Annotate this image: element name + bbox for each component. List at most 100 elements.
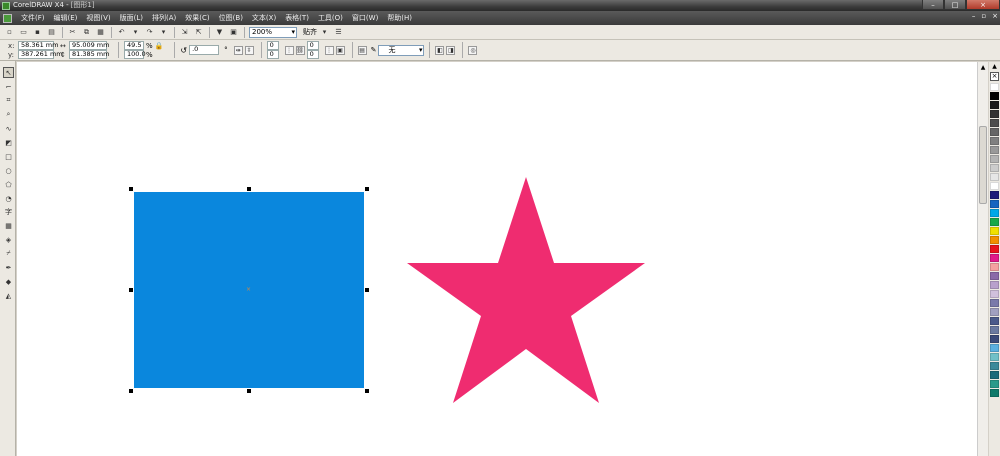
outline-tool-icon[interactable]: ✒	[3, 262, 14, 273]
palette-scroll-up-icon[interactable]: ▲	[990, 63, 999, 70]
zoom-tool-icon[interactable]: ⌕	[3, 109, 14, 120]
palette-swatch[interactable]	[990, 254, 999, 262]
selection-handle-top-left[interactable]	[129, 187, 133, 191]
ellipse-tool-icon[interactable]: ○	[3, 165, 14, 176]
application-launcher-icon[interactable]: ▼	[214, 27, 225, 38]
y-position-field[interactable]: 387.261 mm	[18, 50, 63, 59]
palette-swatch[interactable]	[990, 281, 999, 289]
palette-swatch[interactable]	[990, 191, 999, 199]
save-icon[interactable]: ▪	[32, 27, 43, 38]
menu-tools[interactable]: 工具(O)	[318, 11, 343, 25]
rectangle-tool-icon[interactable]: □	[3, 151, 14, 162]
palette-swatch[interactable]	[990, 146, 999, 154]
convert-to-curves-icon[interactable]: ◎	[468, 45, 478, 55]
menu-edit[interactable]: 编辑(E)	[54, 11, 78, 25]
import-icon[interactable]: ⇲	[179, 27, 190, 38]
mirror-vertical-icon[interactable]: ⇳	[244, 45, 254, 55]
crop-tool-icon[interactable]: ⌗	[3, 95, 14, 106]
palette-swatch[interactable]	[990, 92, 999, 100]
corner-top-right-field[interactable]: 0	[306, 41, 319, 50]
palette-swatch[interactable]	[990, 272, 999, 280]
to-front-icon[interactable]: ◧	[435, 45, 445, 55]
menu-bitmaps[interactable]: 位图(B)	[219, 11, 243, 25]
doc-minimize-button[interactable]: –	[972, 12, 976, 20]
selection-handle-right[interactable]	[365, 288, 369, 292]
text-tool-icon[interactable]: 字	[3, 206, 14, 217]
vertical-scrollbar[interactable]: ▲	[977, 62, 988, 456]
palette-swatch[interactable]	[990, 344, 999, 352]
no-color-swatch[interactable]: ×	[990, 72, 999, 81]
freehand-tool-icon[interactable]: ∿	[3, 123, 14, 134]
menu-view[interactable]: 视图(V)	[86, 11, 110, 25]
doc-close-button[interactable]: ×	[992, 12, 998, 20]
basic-shapes-tool-icon[interactable]: ◔	[3, 193, 14, 204]
palette-swatch[interactable]	[990, 209, 999, 217]
palette-swatch[interactable]	[990, 182, 999, 190]
selection-handle-bottom-left[interactable]	[129, 389, 133, 393]
interactive-fill-tool-icon[interactable]: ◭	[3, 290, 14, 301]
paragraph-wrap-icon[interactable]: ▤	[357, 45, 367, 55]
lock-ratio-icon[interactable]: 🔒	[155, 42, 164, 50]
palette-swatch[interactable]	[990, 263, 999, 271]
rotation-angle-field[interactable]: .0	[189, 45, 220, 55]
pink-star[interactable]	[407, 177, 645, 403]
outline-width-select[interactable]: 无	[378, 44, 425, 56]
height-field[interactable]: 81.385 mm	[69, 50, 109, 59]
palette-swatch[interactable]	[990, 164, 999, 172]
selection-handle-bottom-right[interactable]	[365, 389, 369, 393]
drawing-canvas[interactable]: ×	[17, 62, 977, 456]
redo-dropdown-icon[interactable]: ▾	[158, 27, 169, 38]
print-icon[interactable]: ▤	[46, 27, 57, 38]
corner-spinner-icon[interactable]: ⋮	[284, 45, 294, 55]
minimize-button[interactable]: –	[922, 0, 944, 10]
export-icon[interactable]: ⇱	[193, 27, 204, 38]
corner-lock-icon[interactable]: ⛓	[295, 45, 305, 55]
x-position-field[interactable]: 58.361 mm	[18, 41, 58, 50]
smart-fill-tool-icon[interactable]: ◩	[3, 137, 14, 148]
palette-swatch[interactable]	[990, 128, 999, 136]
palette-swatch[interactable]	[990, 173, 999, 181]
options-icon[interactable]: ☰	[333, 27, 344, 38]
selection-handle-top[interactable]	[247, 187, 251, 191]
zoom-level-select[interactable]: 200%	[249, 26, 297, 38]
palette-swatch[interactable]	[990, 353, 999, 361]
shape-tool-icon[interactable]: ⌐	[3, 81, 14, 92]
menu-help[interactable]: 帮助(H)	[387, 11, 412, 25]
palette-swatch[interactable]	[990, 245, 999, 253]
selection-handle-bottom[interactable]	[247, 389, 251, 393]
palette-swatch[interactable]	[990, 335, 999, 343]
doc-restore-button[interactable]: ▫	[981, 12, 986, 20]
menu-file[interactable]: 文件(F)	[21, 11, 45, 25]
corner-bottom-right-field[interactable]: 0	[306, 50, 319, 59]
palette-swatch[interactable]	[990, 155, 999, 163]
palette-swatch[interactable]	[990, 137, 999, 145]
paste-icon[interactable]: ▦	[95, 27, 106, 38]
pick-tool-icon[interactable]: ↖	[3, 67, 14, 78]
palette-swatch[interactable]	[990, 362, 999, 370]
open-icon[interactable]: ▭	[18, 27, 29, 38]
palette-swatch[interactable]	[990, 308, 999, 316]
selection-handle-top-right[interactable]	[365, 187, 369, 191]
cut-icon[interactable]: ✂	[67, 27, 78, 38]
snap-dropdown-icon[interactable]: ▾	[319, 27, 330, 38]
palette-swatch[interactable]	[990, 200, 999, 208]
snap-to-button[interactable]: 贴齐	[303, 27, 317, 37]
new-icon[interactable]: ▫	[4, 27, 15, 38]
palette-swatch[interactable]	[990, 218, 999, 226]
palette-swatch[interactable]	[990, 299, 999, 307]
menu-arrange[interactable]: 排列(A)	[152, 11, 176, 25]
menu-window[interactable]: 窗口(W)	[352, 11, 378, 25]
menu-layout[interactable]: 版面(L)	[120, 11, 143, 25]
palette-swatch[interactable]	[990, 119, 999, 127]
palette-swatch[interactable]	[990, 83, 999, 91]
eyedropper-tool-icon[interactable]: ⌿	[3, 248, 14, 259]
copy-icon[interactable]: ⧉	[81, 27, 92, 38]
table-tool-icon[interactable]: ▦	[3, 220, 14, 231]
palette-swatch[interactable]	[990, 101, 999, 109]
palette-swatch[interactable]	[990, 110, 999, 118]
palette-swatch[interactable]	[990, 389, 999, 397]
palette-swatch[interactable]	[990, 380, 999, 388]
menu-table[interactable]: 表格(T)	[285, 11, 309, 25]
fill-tool-icon[interactable]: ◆	[3, 276, 14, 287]
maximize-button[interactable]: □	[944, 0, 966, 10]
